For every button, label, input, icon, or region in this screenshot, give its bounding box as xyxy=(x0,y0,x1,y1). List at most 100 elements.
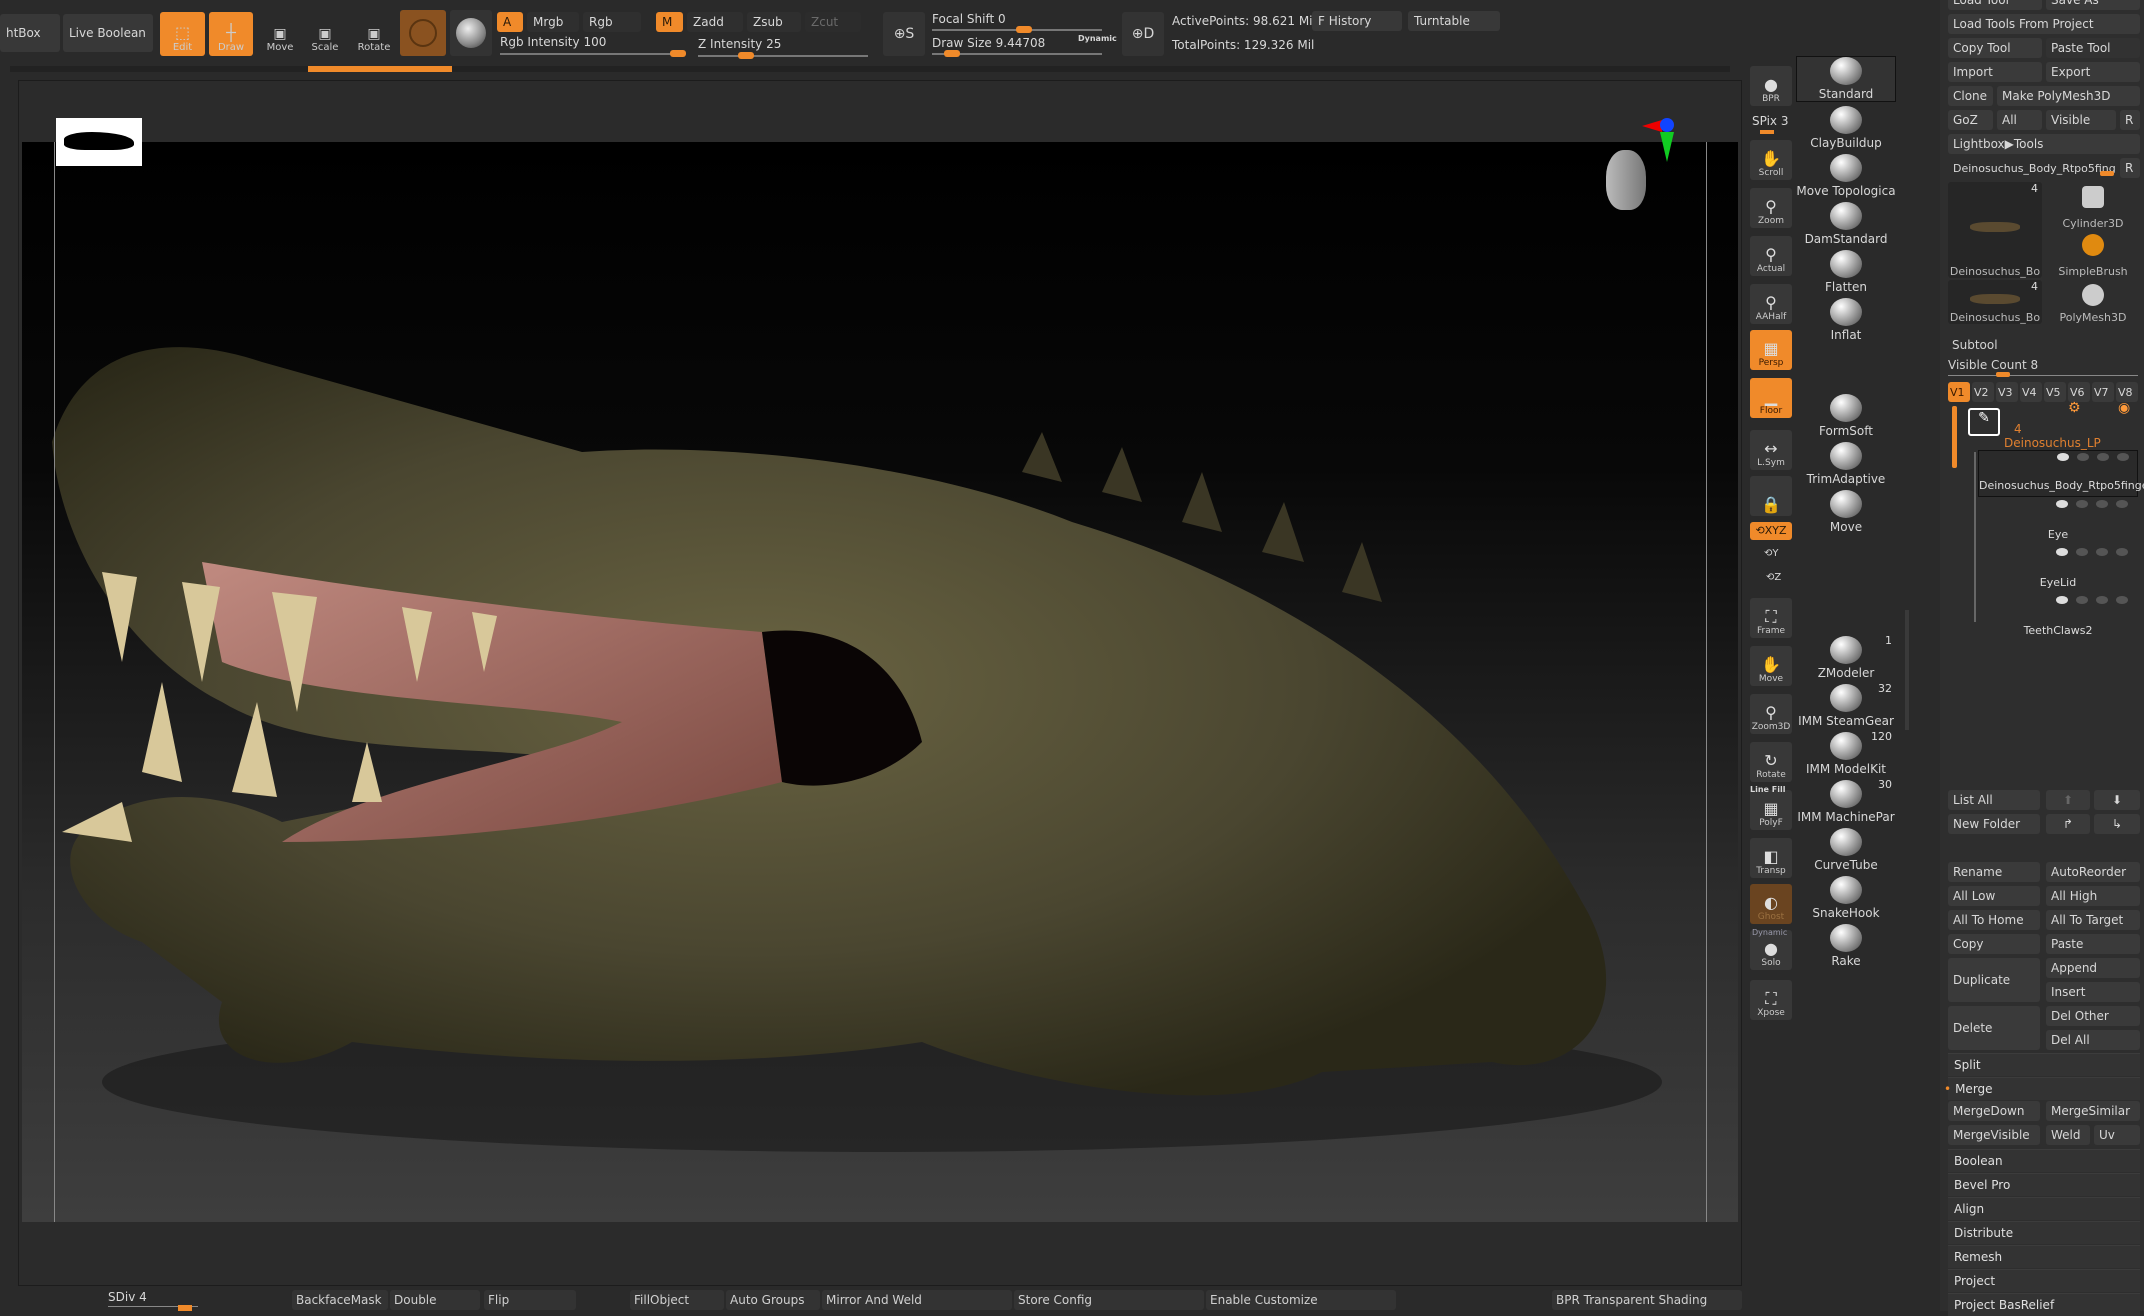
move-out-folder-button[interactable]: ↳ xyxy=(2094,814,2140,834)
version-tab-v5[interactable]: V5 xyxy=(2044,382,2066,402)
zadd-button[interactable]: Zadd xyxy=(687,12,743,32)
new-folder-button[interactable]: New Folder xyxy=(1948,814,2040,834)
solo-dynamic-toggle[interactable]: Dynamic xyxy=(1752,928,1787,937)
list-all-button[interactable]: List All xyxy=(1948,790,2040,810)
rotate-button[interactable]: ▣ Rotate xyxy=(354,12,394,56)
shelf-persp-button[interactable]: ▦ Persp xyxy=(1750,330,1792,370)
append-button[interactable]: Append xyxy=(2046,958,2140,978)
move-to-folder-button[interactable]: ↱ xyxy=(2046,814,2090,834)
goz-visible-button[interactable]: Visible xyxy=(2046,110,2116,130)
spix-handle[interactable] xyxy=(1760,130,1774,134)
move-button[interactable]: ▣ Move xyxy=(262,12,298,56)
y-rotate-button[interactable]: ⟲Y xyxy=(1764,548,1779,559)
material-button[interactable] xyxy=(400,10,446,56)
project-basrelief-section[interactable]: Project BasRelief xyxy=(1948,1293,2140,1316)
folder-icon[interactable]: ✎ xyxy=(1968,408,2000,436)
dynamesh-icon[interactable] xyxy=(2077,453,2089,461)
lightbox-tools-button[interactable]: Lightbox▶Tools xyxy=(1948,134,2140,154)
subtool-item[interactable]: Deinosuchus_Body_Rtpo5finge xyxy=(1978,450,2144,497)
double-button[interactable]: Double xyxy=(390,1290,480,1310)
backface-mask-button[interactable]: BackfaceMask xyxy=(292,1290,388,1310)
brush-icon[interactable] xyxy=(2097,453,2109,461)
eye-icon[interactable] xyxy=(2117,453,2129,461)
load-tool-button[interactable]: Load Tool xyxy=(1948,0,2042,10)
version-tab-v6[interactable]: V6 xyxy=(2068,382,2090,402)
paste-button[interactable]: Paste xyxy=(2046,934,2140,954)
rgb-button[interactable]: Rgb xyxy=(583,12,641,32)
line-fill-toggle[interactable]: Line Fill xyxy=(1750,785,1785,794)
project-section[interactable]: Project xyxy=(1948,1269,2140,1292)
insert-button[interactable]: Insert xyxy=(2046,982,2140,1002)
brush-palette-scrollbar[interactable] xyxy=(1905,610,1909,730)
align-section[interactable]: Align xyxy=(1948,1197,2140,1220)
turntable-button[interactable]: Turntable xyxy=(1408,11,1500,31)
brush-item[interactable]: CurveTube xyxy=(1796,826,1896,872)
import-button[interactable]: Import xyxy=(1948,62,2042,82)
uv-button[interactable]: Uv xyxy=(2094,1125,2140,1145)
current-tool-slider[interactable]: Deinosuchus_Body_Rtpo5fing xyxy=(1948,158,2116,178)
zsub-button[interactable]: Zsub xyxy=(747,12,801,32)
a-toggle[interactable]: A xyxy=(497,12,523,32)
version-tab-v8[interactable]: V8 xyxy=(2116,382,2138,402)
shelf-bpr-button[interactable]: ● BPR xyxy=(1750,66,1792,106)
gear-icon[interactable]: ⚙ xyxy=(2068,400,2081,416)
mrgb-button[interactable]: Mrgb xyxy=(527,12,579,32)
remesh-section[interactable]: Remesh xyxy=(1948,1245,2140,1268)
rename-button[interactable]: Rename xyxy=(1948,862,2040,882)
folder-eye-icon[interactable]: ◉ xyxy=(2118,400,2130,416)
version-tab-v1[interactable]: V1 xyxy=(1948,382,1970,402)
focal-shift-curve-button[interactable]: ⊕S xyxy=(883,12,925,56)
auto-groups-button[interactable]: Auto Groups xyxy=(726,1290,820,1310)
draw-curve-button[interactable]: ⊕D xyxy=(1122,12,1164,56)
tool-thumbnail[interactable]: PolyMesh3D xyxy=(2046,280,2140,324)
shelf-zoom3d-button[interactable]: ⚲ Zoom3D xyxy=(1750,694,1792,734)
subtool-header[interactable]: Subtool xyxy=(1952,338,1998,352)
lightbox-button[interactable]: htBox xyxy=(0,14,60,52)
brush-icon[interactable] xyxy=(2096,548,2108,556)
copy-tool-button[interactable]: Copy Tool xyxy=(1948,38,2042,58)
shelf-rotate-button[interactable]: ↻ Rotate xyxy=(1750,742,1792,782)
shelf-xpose-button[interactable]: ⛶ Xpose xyxy=(1750,980,1792,1020)
z-intensity-handle[interactable] xyxy=(738,52,754,59)
bpr-transparent-shading-button[interactable]: BPR Transparent Shading xyxy=(1552,1290,1742,1310)
brush-item[interactable]: ZModeler 1 xyxy=(1796,634,1896,680)
save-as-button[interactable]: Save As xyxy=(2046,0,2140,10)
shelf-transp-button[interactable]: ◧ Transp xyxy=(1750,838,1792,878)
shelf-scroll-button[interactable]: ✋ Scroll xyxy=(1750,140,1792,180)
current-tool-r-button[interactable]: R xyxy=(2120,158,2140,178)
m-toggle[interactable]: M xyxy=(656,12,683,32)
document-canvas[interactable] xyxy=(22,142,1738,1222)
shelf-zoom-button[interactable]: ⚲ Zoom xyxy=(1750,188,1792,228)
timeline-strip[interactable] xyxy=(10,66,1730,72)
visible-count-handle[interactable] xyxy=(1996,372,2010,377)
subtool-item[interactable]: Eye xyxy=(1978,498,2138,545)
subtool-item[interactable]: EyeLid xyxy=(1978,546,2138,593)
merge-section[interactable]: • Merge xyxy=(1944,1077,2140,1100)
enable-customize-button[interactable]: Enable Customize xyxy=(1206,1290,1396,1310)
stroke-button[interactable] xyxy=(450,10,492,56)
folder-name[interactable]: Deinosuchus_LP xyxy=(2004,436,2101,450)
shelf-actual-button[interactable]: ⚲ Actual xyxy=(1750,236,1792,276)
move-up-button[interactable]: ⬆ xyxy=(2046,790,2090,810)
copy-button[interactable]: Copy xyxy=(1948,934,2040,954)
merge-down-button[interactable]: MergeDown xyxy=(1948,1101,2040,1121)
visible-count-slider[interactable]: Visible Count 8 xyxy=(1948,358,2038,372)
eye-icon[interactable] xyxy=(2116,500,2128,508)
merge-visible-button[interactable]: MergeVisible xyxy=(1948,1125,2040,1145)
all-low-button[interactable]: All Low xyxy=(1948,886,2040,906)
del-all-button[interactable]: Del All xyxy=(2046,1030,2140,1050)
f-history-button[interactable]: F History xyxy=(1312,11,1402,31)
brush-item[interactable]: IMM SteamGear 32 xyxy=(1796,682,1896,728)
tool-thumbnail[interactable]: SimpleBrush xyxy=(2046,230,2140,278)
brush-icon[interactable] xyxy=(2096,500,2108,508)
subtool-item[interactable]: TeethClaws2 xyxy=(1978,594,2138,641)
mirror-and-weld-button[interactable]: Mirror And Weld xyxy=(822,1290,1012,1310)
load-tools-from-project-button[interactable]: Load Tools From Project xyxy=(1948,14,2140,34)
version-tab-v4[interactable]: V4 xyxy=(2020,382,2042,402)
live-boolean-button[interactable]: Live Boolean xyxy=(63,14,153,52)
version-tab-v3[interactable]: V3 xyxy=(1996,382,2018,402)
draw-size-handle[interactable] xyxy=(944,50,960,57)
poly-icon[interactable] xyxy=(2056,596,2068,604)
shelf-floor-button[interactable]: ▁ Floor xyxy=(1750,378,1792,418)
delete-button[interactable]: Delete xyxy=(1948,1006,2040,1050)
